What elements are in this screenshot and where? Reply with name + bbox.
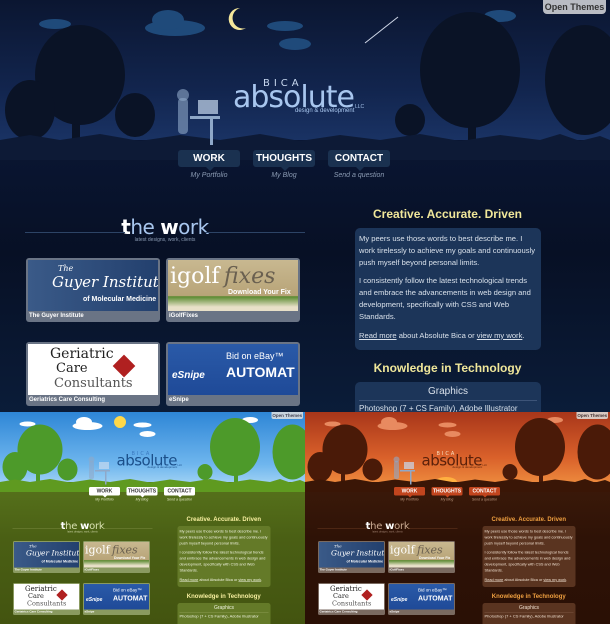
nav-thoughts[interactable]: THOUGHTS bbox=[431, 487, 463, 498]
open-themes-button[interactable]: Open Themes bbox=[576, 412, 608, 419]
portfolio-item-igolffixes[interactable]: igolf fixes Download Your Fix iGolfFixes bbox=[166, 258, 300, 322]
logo-llc: LLC bbox=[177, 464, 183, 467]
thumb-caption: The Guyer Institute bbox=[29, 313, 84, 319]
leaf-icon bbox=[361, 589, 373, 601]
thumb-caption: eSnipe bbox=[169, 397, 189, 403]
thumb-caption: The Guyer Institute bbox=[319, 568, 347, 572]
nav-work[interactable]: WORK bbox=[394, 487, 425, 498]
nav-contact[interactable]: CONTACT bbox=[328, 150, 390, 171]
nav-contact[interactable]: CONTACT bbox=[164, 487, 195, 498]
leaf-icon bbox=[112, 354, 136, 378]
logo[interactable]: BICA absolute LLC design & development bbox=[422, 451, 492, 471]
about-paragraph-2: I consistently follow the latest technol… bbox=[179, 550, 266, 573]
thumb-caption: iGolfFixes bbox=[169, 313, 199, 319]
view-my-work-link[interactable]: view my work bbox=[477, 331, 523, 340]
tech-line: Photoshop (7 + CS Family), Adobe Illustr… bbox=[359, 404, 518, 412]
nav-work[interactable]: WORK bbox=[89, 487, 120, 498]
read-more-link[interactable]: Read more bbox=[485, 577, 504, 582]
leaf-icon bbox=[56, 589, 68, 601]
theme-preview-night: Open Themes BICA absolute LLC design & d… bbox=[0, 0, 610, 412]
nav-thoughts[interactable]: THOUGHTS bbox=[126, 487, 158, 498]
work-heading: the work latest designs, work, clients bbox=[317, 520, 458, 534]
open-themes-button[interactable]: Open Themes bbox=[271, 412, 303, 419]
logo[interactable]: BICA absolute LLC design & development bbox=[233, 78, 373, 118]
about-box: My peers use those words to best describ… bbox=[482, 526, 576, 587]
tech-title: Knowledge in Technology bbox=[186, 592, 261, 600]
shooting-star bbox=[364, 16, 399, 44]
tech-box-title: Graphics bbox=[484, 605, 574, 613]
site-page: Open Themes BICA absolute LLC design & d… bbox=[0, 0, 610, 412]
thumb-caption: eSnipe bbox=[84, 610, 95, 614]
tech-box: Graphics Photoshop (7 + CS Family), Adob… bbox=[482, 603, 576, 624]
about-paragraph-1: My peers use those words to best describ… bbox=[484, 529, 573, 546]
portfolio-item-geriatrics[interactable]: Geriatric Care Consultants Geriatrics Ca… bbox=[318, 583, 385, 615]
tech-box: Graphics Photoshop (7 + CS Family), Adob… bbox=[355, 382, 541, 412]
tech-box-title: Graphics bbox=[179, 605, 269, 613]
work-subtitle: latest designs, work, clients bbox=[134, 237, 196, 243]
logo-tagline: design & development bbox=[295, 108, 355, 114]
nav-contact-subtitle: Send a question bbox=[471, 498, 498, 502]
site-page: Open Themes BICA absolute LLC design & d… bbox=[305, 412, 610, 624]
thumb-caption: The Guyer Institute bbox=[14, 568, 42, 572]
logo-llc: LLC bbox=[482, 464, 488, 467]
portfolio-item-esnipe[interactable]: eSnipe Bid on eBay™ AUTOMAT eSnipe bbox=[166, 342, 300, 406]
moon-icon bbox=[228, 7, 246, 30]
thumb-caption: eSnipe bbox=[389, 610, 400, 614]
about-paragraph-2: I consistently follow the latest technol… bbox=[484, 550, 571, 573]
tech-title: Knowledge in Technology bbox=[491, 592, 566, 600]
portfolio-item-geriatrics[interactable]: Geriatric Care Consultants Geriatrics Ca… bbox=[13, 583, 80, 615]
logo-tagline: design & development bbox=[147, 466, 178, 469]
about-paragraph-2: I consistently follow the latest technol… bbox=[359, 276, 531, 321]
site-page: Open Themes BICA absolute LLC design & d… bbox=[0, 412, 305, 624]
work-heading: the work latest designs, work, clients bbox=[25, 215, 305, 243]
view-my-work-link[interactable]: view my work bbox=[238, 577, 261, 582]
tech-line: Photoshop (7 + CS Family), Adobe Illustr… bbox=[484, 614, 564, 619]
thumb-caption: Geriatrics Care Consulting bbox=[29, 397, 106, 403]
portfolio-item-geriatrics[interactable]: Geriatric Care Consultants Geriatrics Ca… bbox=[26, 342, 160, 406]
theme-preview-day[interactable]: Open Themes BICA absolute LLC design & d… bbox=[0, 412, 305, 624]
nav-contact-subtitle: Send a question bbox=[333, 172, 385, 179]
portfolio-item-esnipe[interactable]: eSnipe Bid on eBay™ AUTOMAT eSnipe bbox=[83, 583, 150, 615]
portfolio-item-igolffixes[interactable]: igolf fixes Download Your Fix iGolfFixes bbox=[83, 541, 150, 573]
read-more-link[interactable]: Read more bbox=[359, 331, 397, 340]
about-title: Creative. Accurate. Driven bbox=[373, 207, 522, 221]
nav-contact-subtitle: Send a question bbox=[166, 498, 193, 502]
portfolio-item-guyer[interactable]: The Guyer Institute of Molecular Medicin… bbox=[13, 541, 80, 573]
about-title: Creative. Accurate. Driven bbox=[186, 515, 261, 523]
about-box: My peers use those words to best describ… bbox=[355, 228, 541, 350]
sun-icon bbox=[114, 416, 127, 428]
tech-title: Knowledge in Technology bbox=[373, 361, 522, 375]
logo-tagline: design & development bbox=[452, 466, 483, 469]
read-more-link[interactable]: Read more bbox=[180, 577, 199, 582]
tech-box: Graphics Photoshop (7 + CS Family), Adob… bbox=[177, 603, 271, 624]
portfolio-item-guyer[interactable]: The Guyer Institute of Molecular Medicin… bbox=[26, 258, 160, 322]
portfolio-item-guyer[interactable]: The Guyer Institute of Molecular Medicin… bbox=[318, 541, 385, 573]
logo[interactable]: BICA absolute LLC design & development bbox=[117, 451, 187, 471]
about-paragraph-1: My peers use those words to best describ… bbox=[359, 234, 536, 267]
thumb-caption: iGolfFixes bbox=[389, 568, 405, 572]
portfolio-item-esnipe[interactable]: eSnipe Bid on eBay™ AUTOMAT eSnipe bbox=[388, 583, 455, 615]
about-paragraph-1: My peers use those words to best describ… bbox=[179, 529, 268, 546]
nav-thoughts[interactable]: THOUGHTS bbox=[253, 150, 315, 171]
thumb-caption: iGolfFixes bbox=[84, 568, 100, 572]
logo-llc: LLC bbox=[355, 104, 365, 110]
thumb-caption: Geriatrics Care Consulting bbox=[14, 610, 53, 614]
thumb-caption: Geriatrics Care Consulting bbox=[319, 610, 358, 614]
work-heading: the work latest designs, work, clients bbox=[12, 520, 153, 534]
view-my-work-link[interactable]: view my work bbox=[543, 577, 566, 582]
work-subtitle: latest designs, work, clients bbox=[67, 530, 98, 534]
about-title: Creative. Accurate. Driven bbox=[491, 515, 566, 523]
nav-contact[interactable]: CONTACT bbox=[469, 487, 500, 498]
nav-work[interactable]: WORK bbox=[178, 150, 240, 171]
tech-line: Photoshop (7 + CS Family), Adobe Illustr… bbox=[179, 614, 259, 619]
about-box: My peers use those words to best describ… bbox=[177, 526, 271, 587]
work-subtitle: latest designs, work, clients bbox=[372, 530, 403, 534]
theme-preview-sunset[interactable]: Open Themes BICA absolute LLC design & d… bbox=[305, 412, 610, 624]
tech-box-title: Graphics bbox=[359, 386, 537, 401]
portfolio-item-igolffixes[interactable]: igolf fixes Download Your Fix iGolfFixes bbox=[388, 541, 455, 573]
open-themes-button[interactable]: Open Themes bbox=[543, 0, 606, 14]
